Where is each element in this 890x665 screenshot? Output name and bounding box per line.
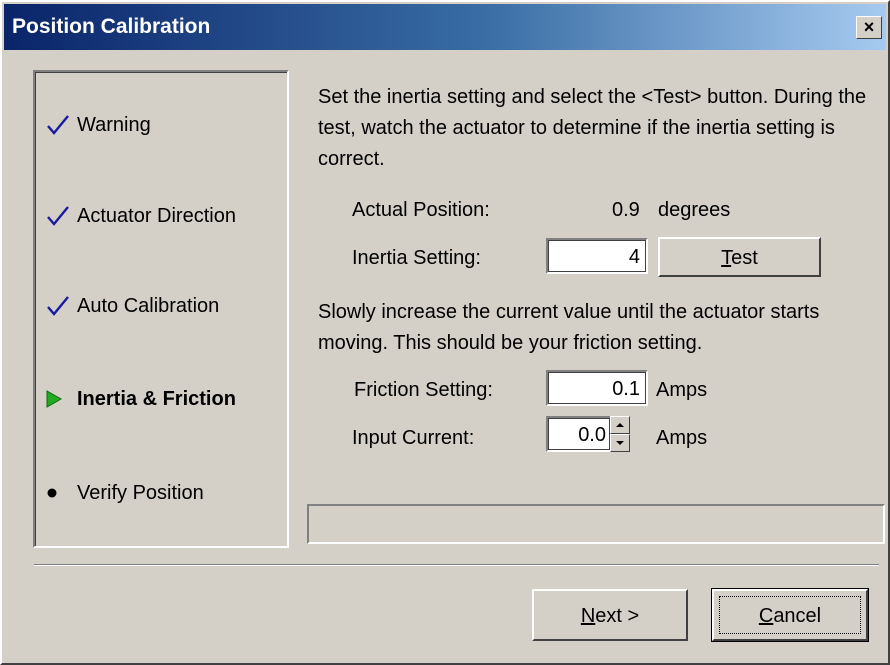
- input-current-field[interactable]: 0.0: [546, 416, 612, 452]
- test-button-label: est: [731, 247, 758, 269]
- spin-down-button[interactable]: [610, 434, 630, 452]
- actual-position-label: Actual Position:: [352, 199, 490, 221]
- checkmark-icon: [43, 201, 73, 231]
- checkmark-icon: [43, 110, 73, 140]
- spin-up-button[interactable]: [610, 416, 630, 434]
- actual-position-value: 0.9: [612, 199, 640, 221]
- input-current-unit: Amps: [656, 427, 708, 449]
- title-bar: Position Calibration ×: [4, 4, 886, 50]
- bullet-icon: [43, 478, 73, 508]
- status-bar: [307, 504, 885, 544]
- focus-ring: [719, 596, 861, 634]
- actual-position-unit: degrees: [658, 199, 731, 221]
- input-current-label: Input Current:: [352, 427, 475, 449]
- next-button[interactable]: Next >: [532, 589, 688, 641]
- friction-setting-field[interactable]: 0.1: [546, 370, 648, 406]
- arrow-up-icon: [616, 423, 624, 427]
- cancel-button[interactable]: Cancel: [711, 588, 869, 642]
- inertia-instructions: Set the inertia setting and select the <…: [318, 86, 867, 170]
- checkmark-icon: [43, 291, 73, 321]
- inertia-setting-field[interactable]: 4: [546, 238, 648, 274]
- close-button[interactable]: ×: [856, 16, 882, 39]
- step-label: Actuator Direction: [77, 205, 236, 227]
- step-label: Verify Position: [77, 482, 204, 504]
- position-calibration-dialog: Position Calibration × Warning Actuator …: [0, 0, 890, 665]
- play-arrow-icon: [43, 384, 73, 414]
- friction-instructions: Slowly increase the current value until …: [318, 301, 820, 354]
- arrow-down-icon: [616, 441, 624, 445]
- inertia-setting-label: Inertia Setting:: [352, 247, 481, 269]
- step-label: Inertia & Friction: [77, 388, 236, 410]
- next-button-mnemonic: N: [580, 605, 596, 627]
- test-button[interactable]: Test: [658, 237, 821, 277]
- friction-unit: Amps: [656, 379, 708, 401]
- next-button-label: ext >: [595, 605, 640, 627]
- step-label: Warning: [77, 114, 151, 136]
- test-button-mnemonic: T: [721, 247, 732, 269]
- close-icon: ×: [863, 17, 875, 37]
- input-current-spinner: [610, 416, 630, 452]
- friction-setting-label: Friction Setting:: [354, 379, 493, 401]
- wizard-steps-panel: Warning Actuator Direction Auto Calibrat…: [33, 70, 289, 548]
- step-label: Auto Calibration: [77, 295, 220, 317]
- footer-separator: [34, 564, 879, 566]
- window-title: Position Calibration: [12, 15, 211, 38]
